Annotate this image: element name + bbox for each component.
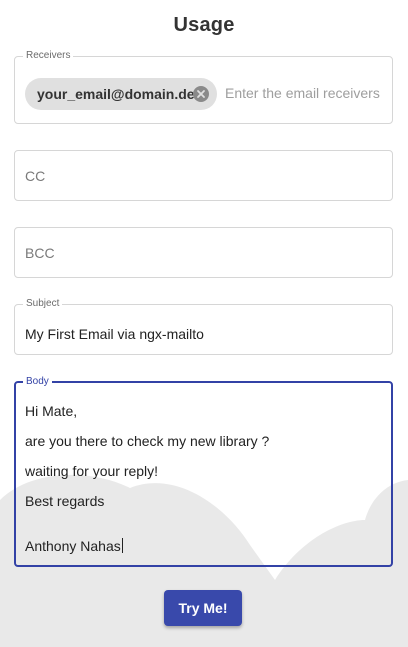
receivers-input[interactable]: Enter the email receivers <box>225 85 383 101</box>
receiver-chip-label: your_email@domain.de <box>37 86 195 102</box>
receivers-label: Receivers <box>23 50 74 62</box>
bcc-placeholder: BCC <box>25 245 55 261</box>
usage-page: Usage Receivers your_email@domain.de Ent… <box>0 0 408 647</box>
cc-field[interactable]: CC <box>14 150 393 201</box>
text-caret <box>121 538 123 553</box>
receiver-chip[interactable]: your_email@domain.de <box>25 78 217 110</box>
receivers-field[interactable]: Receivers your_email@domain.de Enter the… <box>14 50 393 124</box>
cancel-circle-icon[interactable] <box>193 86 209 102</box>
body-textarea[interactable]: Body Hi Mate, are you there to check my … <box>14 376 393 567</box>
body-line: are you there to check my new library ? <box>25 433 270 449</box>
body-line: Hi Mate, <box>25 403 78 419</box>
subject-input[interactable]: My First Email via ngx-mailto <box>25 326 204 342</box>
bcc-field[interactable]: BCC <box>14 227 393 278</box>
body-line-last: Anthony Nahas <box>25 538 123 554</box>
subject-label: Subject <box>23 298 63 310</box>
body-label: Body <box>23 376 52 388</box>
subject-field[interactable]: Subject My First Email via ngx-mailto <box>14 298 393 355</box>
page-title: Usage <box>173 14 235 36</box>
try-me-button[interactable]: Try Me! <box>164 590 242 626</box>
body-line: Best regards <box>25 493 105 509</box>
cc-placeholder: CC <box>25 168 46 184</box>
body-line: waiting for your reply! <box>25 463 159 479</box>
body-line-text: Anthony Nahas <box>25 538 121 554</box>
